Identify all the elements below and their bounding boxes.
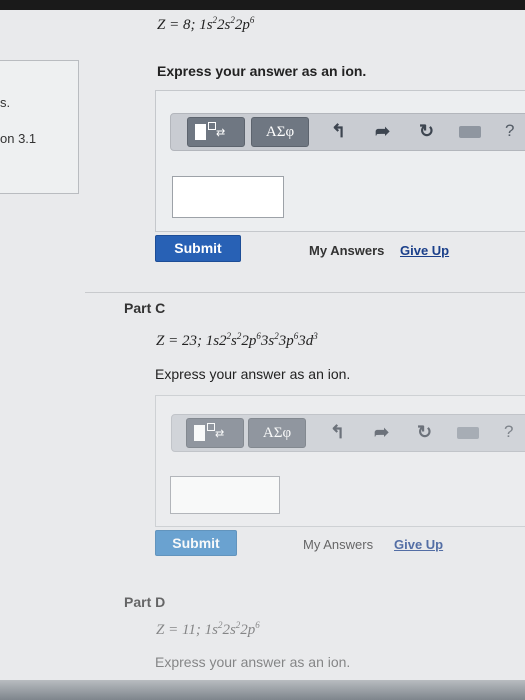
part-b-toolbar: ⇄ ΑΣφ ↰ ➦ ↻ ? bbox=[170, 113, 525, 151]
part-b-my-answers-link[interactable]: My Answers bbox=[309, 243, 384, 258]
part-d-formula: Z = 11; 1s22s22p6 bbox=[156, 620, 260, 639]
part-d-label: Part D bbox=[124, 594, 166, 610]
part-c-submit-button[interactable]: Submit bbox=[155, 530, 237, 556]
part-c-answer-input[interactable] bbox=[170, 476, 280, 514]
part-d-prompt: Express your answer as an ion. bbox=[155, 654, 351, 670]
section-divider bbox=[85, 292, 525, 293]
part-b-answer-input[interactable] bbox=[172, 176, 284, 218]
help-icon[interactable]: ? bbox=[505, 121, 514, 141]
greek-symbols-button[interactable]: ΑΣφ bbox=[248, 418, 306, 448]
part-c-give-up-link[interactable]: Give Up bbox=[394, 537, 443, 552]
bottom-edge bbox=[0, 680, 525, 700]
template-icon[interactable]: ⇄ bbox=[186, 418, 244, 448]
greek-symbols-button[interactable]: ΑΣφ bbox=[251, 117, 309, 147]
left-side-panel bbox=[0, 60, 79, 194]
top-bar bbox=[0, 0, 525, 10]
keyboard-icon[interactable] bbox=[457, 427, 479, 439]
part-c-formula: Z = 23; 1s22s22p63s23p63d3 bbox=[156, 331, 318, 350]
undo-icon[interactable]: ↰ bbox=[331, 121, 346, 142]
reset-icon[interactable]: ↻ bbox=[419, 121, 434, 142]
part-c-toolbar: ⇄ ΑΣφ ↰ ➦ ↻ ? bbox=[171, 414, 525, 452]
part-b-answer-box: ⇄ ΑΣφ ↰ ➦ ↻ ? bbox=[155, 90, 525, 232]
part-b-give-up-link[interactable]: Give Up bbox=[400, 243, 449, 258]
left-panel-text[interactable]: on 3.1 bbox=[0, 131, 36, 146]
redo-icon[interactable]: ➦ bbox=[374, 422, 389, 443]
part-b-formula: Z = 8; 1s22s22p6 bbox=[157, 15, 255, 34]
part-c-my-answers-link[interactable]: My Answers bbox=[303, 537, 373, 552]
help-icon[interactable]: ? bbox=[504, 422, 513, 442]
undo-icon[interactable]: ↰ bbox=[330, 422, 345, 443]
part-c-answer-box: ⇄ ΑΣφ ↰ ➦ ↻ ? bbox=[155, 395, 525, 527]
keyboard-icon[interactable] bbox=[459, 126, 481, 138]
part-b-prompt: Express your answer as an ion. bbox=[157, 63, 367, 79]
template-icon[interactable]: ⇄ bbox=[187, 117, 245, 147]
redo-icon[interactable]: ➦ bbox=[375, 121, 390, 142]
part-b-submit-button[interactable]: Submit bbox=[155, 235, 241, 262]
part-c-prompt: Express your answer as an ion. bbox=[155, 366, 351, 382]
left-panel-text: s. bbox=[0, 95, 11, 110]
part-c-label: Part C bbox=[124, 300, 166, 316]
reset-icon[interactable]: ↻ bbox=[417, 422, 432, 443]
